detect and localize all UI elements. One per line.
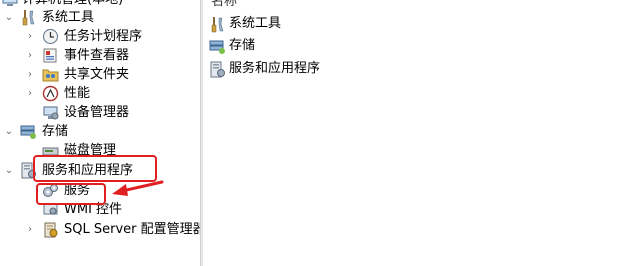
tree-item-performance[interactable]: › 性能 [0,84,200,103]
sql-server-icon [42,221,59,238]
tree-item-label: SQL Server 配置管理器 [64,222,206,237]
highlight-box-services [36,183,106,205]
tree-item-sql-server-config[interactable]: › SQL Server 配置管理器 [0,220,206,239]
navigation-tree: 计算机管理(本地) ⌄ 系统工具 › 任务计划程序 › 事件查看器 › 共享文件… [0,0,206,266]
tree-item-shared-folders[interactable]: › 共享文件夹 [0,65,200,84]
tree-item-storage[interactable]: ⌄ 存储 [0,122,200,141]
storage-icon [209,38,226,55]
list-item-label: 系统工具 [229,16,282,31]
chevron-down-icon[interactable]: ⌄ [3,8,15,27]
tree-item-label: 存储 [42,124,69,139]
tree-item-label: 系统工具 [42,10,95,25]
column-header-name[interactable]: 名称 [211,0,237,11]
performance-icon [42,85,59,102]
list-item-label: 服务和应用程序 [229,61,321,76]
tree-item-label: 任务计划程序 [64,29,143,44]
tree-item-label: 性能 [64,86,91,101]
chevron-down-icon[interactable]: ⌄ [3,161,15,180]
tree-item-label: 事件查看器 [64,48,130,63]
tree-item-event-viewer[interactable]: › 事件查看器 [0,46,200,65]
tree-item-device-manager[interactable]: 设备管理器 [0,103,200,122]
device-manager-icon [42,104,59,121]
chevron-right-icon[interactable]: › [24,46,36,65]
computer-management-icon [2,0,19,8]
tree-item-system-tools[interactable]: ⌄ 系统工具 [0,8,200,27]
annotation-arrow-icon [112,180,164,196]
tree-item-label: 设备管理器 [64,105,130,120]
chevron-right-icon[interactable]: › [24,220,36,239]
event-viewer-icon [42,47,59,64]
chevron-right-icon[interactable]: › [24,84,36,103]
tree-item-label: 共享文件夹 [64,67,130,82]
chevron-right-icon[interactable]: › [24,65,36,84]
tree-item-task-scheduler[interactable]: › 任务计划程序 [0,27,200,46]
shared-folder-icon [42,66,59,83]
storage-icon [20,123,37,140]
chevron-down-icon[interactable]: ⌄ [3,122,15,141]
list-item-label: 存储 [229,38,256,53]
services-apps-icon [209,61,226,78]
task-scheduler-icon [42,28,59,45]
tools-icon [209,16,226,33]
details-pane: 名称 系统工具 存储 服务和应用程序 [203,0,620,266]
chevron-right-icon[interactable]: › [24,27,36,46]
tools-icon [20,9,37,26]
